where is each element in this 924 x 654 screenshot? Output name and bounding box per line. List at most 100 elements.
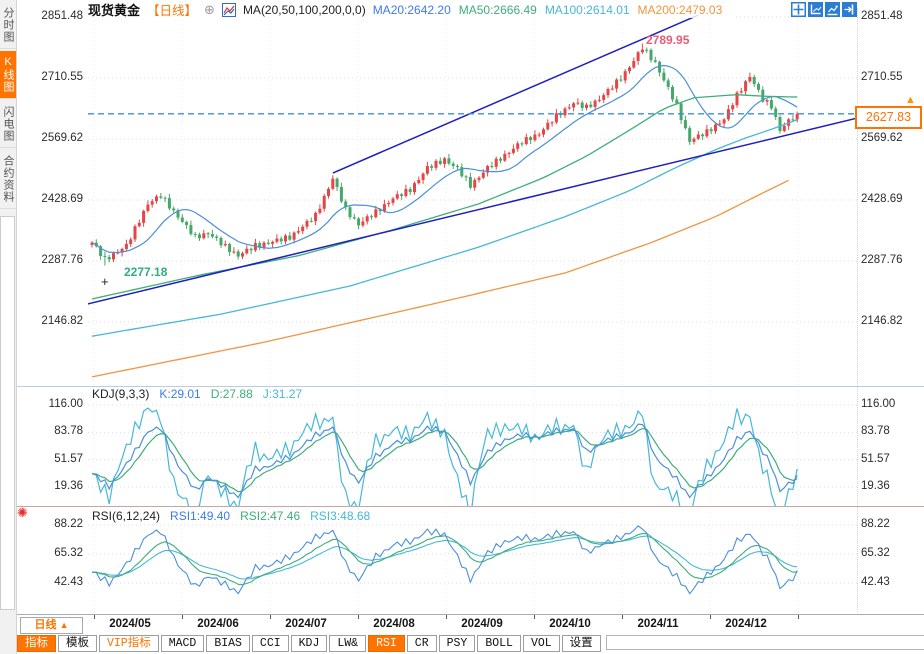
kdj-indicator-chart[interactable] [88,390,857,506]
x-axis-tick [182,615,183,619]
last-price-box: 2627.83 [855,106,922,129]
x-axis-tick [358,615,359,619]
ma-value-label: MA20:2642.20 [373,3,451,17]
period-selector-label: 日线 [35,619,57,631]
x-axis-tick [446,615,447,619]
axis-scale-icon[interactable] [808,2,823,17]
price-axis-label: 88.22 [861,518,890,530]
indicator-tab-BOLL[interactable]: BOLL [477,635,521,652]
period-selector-button[interactable]: 日线 ▲ [20,617,83,634]
price-axis-label: 65.32 [30,547,83,559]
indicator-value-label: J:31.27 [263,387,302,401]
sidebar-blank-panel [0,216,15,610]
date-label-2024-10: 2024/10 [549,618,591,630]
indicator-tab-VOL[interactable]: VOL [523,635,560,652]
x-axis-row: 日线 ▲ 2024/052024/062024/072024/082024/09… [17,614,924,634]
price-axis-label: 116.00 [30,398,83,410]
price-direction-marker: ▲ [905,94,916,106]
price-axis-label: 2287.76 [30,254,83,266]
sidebar-tab-K线图[interactable]: K线图 [0,51,16,99]
chart-header: 现货黄金 【日线】 ⊕ MA(20,50,100,200,0,0) MA20:2… [88,1,736,18]
indicator-tab-PSY[interactable]: PSY [439,635,476,652]
divider-kdj-rsi [17,506,924,507]
price-axis-label: 83.78 [861,425,890,437]
trend-draw-icon[interactable] [825,2,840,17]
kdj-header: KDJ(9,3,3) K:29.01 D:27.88 J:31.27 [92,387,302,401]
live-burst-icon: ✺ [17,506,28,519]
price-axis-label: 51.57 [861,453,890,465]
sidebar-tab-合约资料[interactable]: 合约资料 [0,150,16,209]
indicator-value-label: D:27.88 [211,387,253,401]
trading-app-window: 分时图 K线图闪电图合约资料 现货黄金 【日线】 ⊕ MA(20,50,100,2… [0,0,924,654]
plot-right-border [857,8,858,612]
indicator-value-label: RSI1:49.40 [170,509,230,523]
symbol-title: 现货黄金 [88,0,140,19]
date-label-2024-11: 2024/11 [638,618,679,630]
price-axis-label: 19.36 [30,480,83,492]
low-anchor-cross: + [101,274,109,289]
chart-toolbar [791,2,857,17]
indicator-tab-MACD[interactable]: MACD [161,635,205,652]
left-sidebar: 分时图 K线图闪电图合约资料 [0,0,17,654]
indicator-tab-bar: 指标模板VIP指标MACDBIASCCIKDJLW&RSICRPSYBOLLVO… [17,634,924,654]
sidebar-tab-闪电图[interactable]: 闪电图 [0,101,16,148]
indicator-tab-RSI[interactable]: RSI [368,635,405,652]
price-axis-label: 2146.82 [861,315,903,327]
indicator-tab-CCI[interactable]: CCI [252,635,289,652]
indicator-tab-KDJ[interactable]: KDJ [291,635,328,652]
rsi-indicator-chart[interactable] [88,508,857,612]
indicator-tab-模板[interactable]: 模板 [58,635,97,652]
price-axis-label: 2851.48 [30,10,83,22]
date-label-2024-08: 2024/08 [373,618,415,630]
indicator-value-label: RSI(6,12,24) [92,509,160,523]
indicator-value-label: RSI3:48.68 [310,509,370,523]
date-label-2024-12: 2024/12 [725,618,767,630]
ma-value-label: MA100:2614.01 [545,3,630,17]
indicator-tab-设置[interactable]: 设置 [562,635,601,652]
ma-values: MA20:2642.20 MA50:2666.49 MA100:2614.01 MA2… [373,3,731,17]
indicator-value-label: KDJ(9,3,3) [92,387,149,401]
x-axis-tick [622,615,623,619]
x-axis-tick [710,615,711,619]
price-axis-label: 2569.62 [861,132,903,144]
period-selector-arrow-icon: ▲ [60,620,69,630]
price-axis-label: 2146.82 [30,315,83,327]
tab-bar-spacer [606,635,924,650]
rsi-header: RSI(6,12,24) RSI1:49.40 RSI2:47.46 RSI3:48.… [92,509,370,523]
swing-high-label: 2789.95 [646,33,689,47]
crosshair-move-icon[interactable] [791,2,806,17]
price-axis-label: 2851.48 [861,10,903,22]
price-axis-label: 42.43 [861,576,890,588]
x-axis-tick [270,615,271,619]
indicator-value-label: RSI2:47.46 [240,509,300,523]
x-axis-tick [94,615,95,619]
price-axis-label: 65.32 [861,547,890,559]
add-overlay-icon[interactable]: ⊕ [204,2,215,18]
sidebar-tab-list: 分时图 K线图闪电图合约资料 [0,2,16,209]
ma-value-label: MA50:2666.49 [459,3,537,17]
mini-chart-icon [222,3,236,17]
indicator-tab-VIP指标[interactable]: VIP指标 [99,635,159,652]
ma-value-label: MA200:2479.03 [638,3,723,17]
price-axis-label: 88.22 [30,518,83,530]
main-candlestick-chart[interactable] [88,8,857,386]
indicator-tab-指标[interactable]: 指标 [17,635,56,652]
price-axis-label: 42.43 [30,576,83,588]
price-axis-label: 19.36 [861,480,890,492]
sidebar-tab-分时图[interactable]: 分时图 [0,2,16,49]
price-axis-label: 2710.55 [30,71,83,83]
x-axis-tick [798,615,799,619]
swing-low-label: 2277.18 [124,265,167,279]
indicator-tab-CR[interactable]: CR [407,635,437,652]
exit-right-icon[interactable] [842,2,857,17]
x-axis-tick [534,615,535,619]
price-axis-label: 2428.69 [861,193,903,205]
date-label-2024-09: 2024/09 [461,618,503,630]
price-axis-label: 2287.76 [861,254,903,266]
indicator-value-label: K:29.01 [159,387,200,401]
price-axis-label: 2428.69 [30,193,83,205]
indicator-tab-BIAS[interactable]: BIAS [206,635,250,652]
indicator-tab-LW&[interactable]: LW& [329,635,366,652]
date-label-2024-06: 2024/06 [197,618,239,630]
period-tag: 【日线】 [147,0,197,19]
